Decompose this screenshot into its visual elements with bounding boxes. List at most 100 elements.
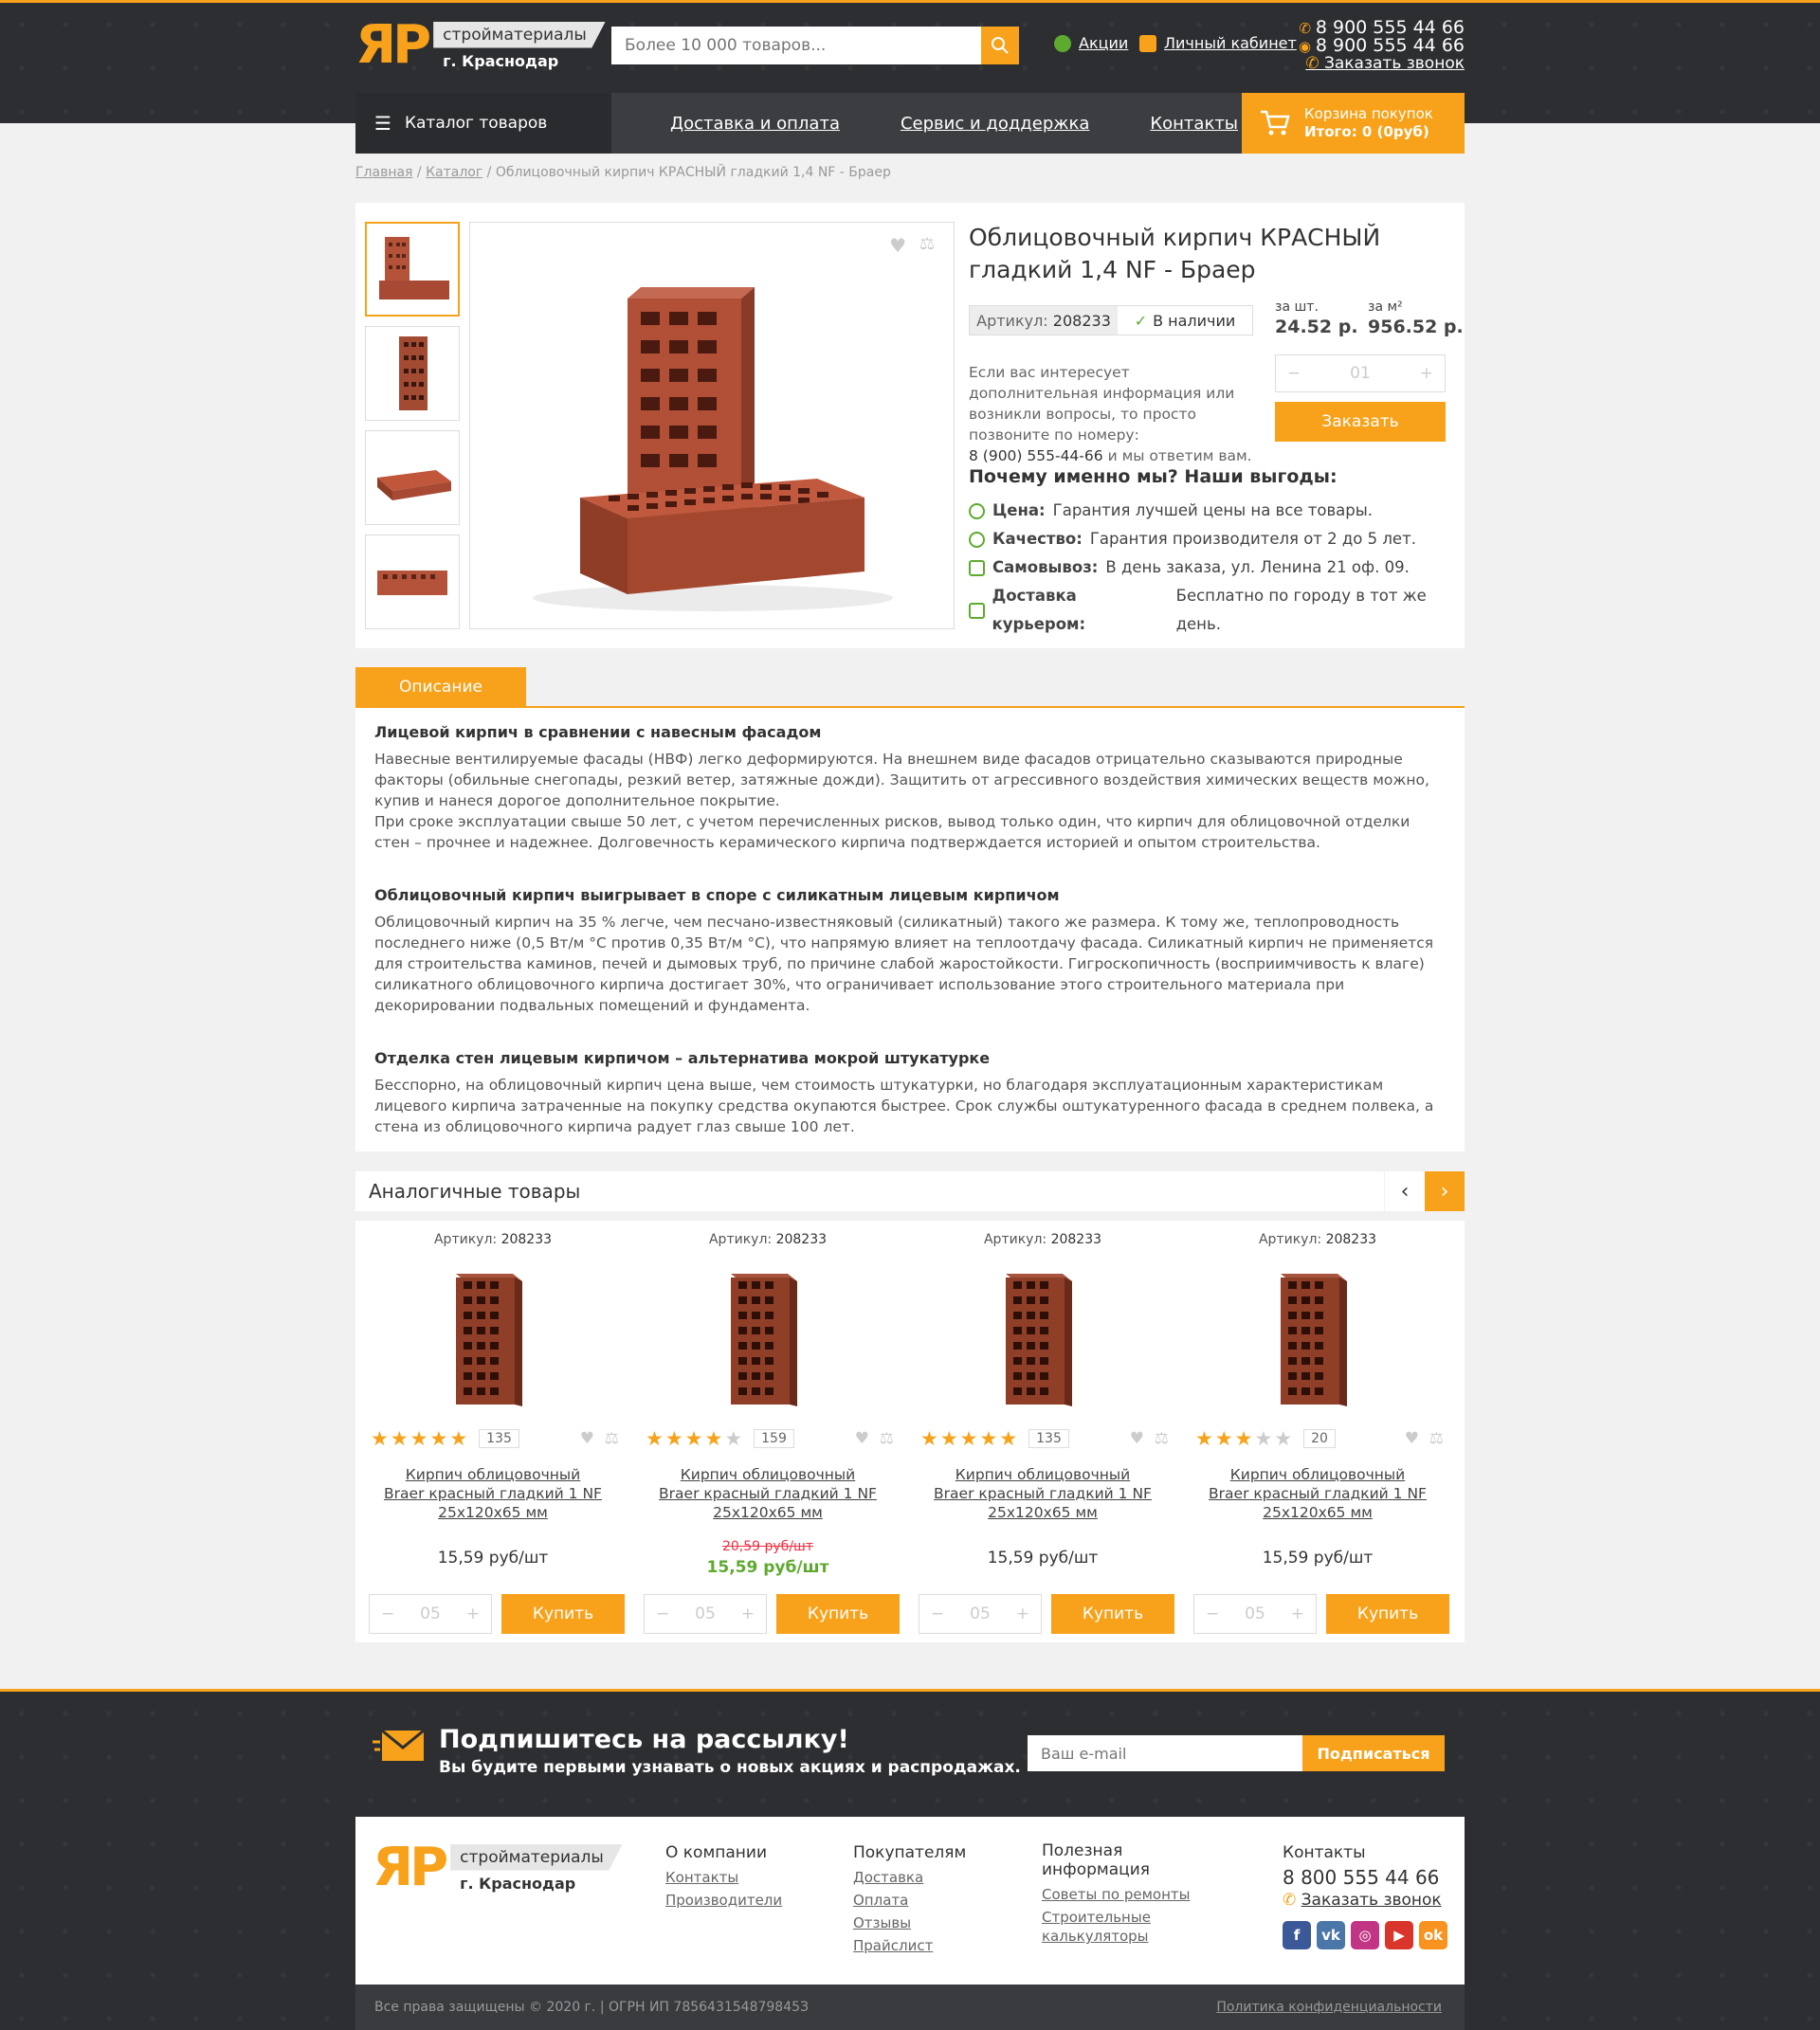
minus-button[interactable]: − [931, 1604, 944, 1623]
carousel-next-button[interactable]: › [1425, 1171, 1465, 1211]
similar-products: Артикул: 208233 ★ ★ ★ ★ ★ 135 ♥ ⚖ Кирпич облицов… [355, 1221, 1465, 1642]
cart-button[interactable]: Корзина покупок Итого: 0 (0руб) [1242, 93, 1465, 154]
plus-button[interactable]: + [466, 1604, 480, 1623]
youtube-icon[interactable]: ▶ [1385, 1921, 1413, 1949]
footer-callback[interactable]: ✆ Заказать звонок [1283, 1889, 1447, 1912]
search-input[interactable] [611, 27, 981, 64]
compare-icon[interactable]: ⚖ [605, 1429, 619, 1448]
product-image[interactable] [1275, 1268, 1360, 1410]
minus-button[interactable]: − [381, 1604, 394, 1623]
compare-icon[interactable]: ⚖ [880, 1429, 894, 1448]
quantity-stepper: − 05 + [919, 1594, 1042, 1634]
heart-icon[interactable]: ♥ [580, 1429, 594, 1448]
nav-delivery[interactable]: Доставка и оплата [670, 114, 840, 134]
footer-logo[interactable]: ЯР стройматериалы г. Краснодар [373, 1841, 623, 1894]
minus-button[interactable]: − [1206, 1604, 1219, 1623]
product-tile[interactable]: Артикул: 208233 ★ ★ ★ ★ ★ 159 ♥ ⚖ Кирпич облицов… [630, 1221, 905, 1642]
nav-service[interactable]: Сервис и доддержка [901, 114, 1089, 134]
compare-icon[interactable]: ⚖ [1429, 1429, 1444, 1448]
logo[interactable]: ЯР стройматериалы г. Краснодар [355, 19, 606, 72]
thumbnail-3[interactable] [365, 430, 460, 525]
instagram-icon[interactable]: ◎ [1351, 1921, 1379, 1949]
buy-button[interactable]: Купить [1326, 1594, 1449, 1634]
footer-link[interactable]: Строительные калькуляторы [1042, 1908, 1203, 1946]
account-link[interactable]: Личный кабинет [1139, 34, 1297, 52]
subscribe-button[interactable]: Подписаться [1302, 1735, 1445, 1771]
compare-icon[interactable]: ⚖ [919, 234, 935, 254]
minus-button[interactable]: − [1287, 364, 1301, 383]
thumbnail-1[interactable] [365, 222, 460, 317]
star-icon: ★ [1214, 1427, 1233, 1450]
buy-button[interactable]: Купить [501, 1594, 625, 1634]
quantity-value[interactable]: 05 [1245, 1604, 1265, 1623]
product-name[interactable]: Кирпич облицовочный Braer красный гладкий… [355, 1465, 630, 1522]
header-phone-2[interactable]: ◉ 8 900 555 44 66 [1299, 37, 1465, 56]
tab-description[interactable]: Описание [355, 667, 526, 707]
heart-icon[interactable]: ♥ [855, 1429, 869, 1448]
privacy-link[interactable]: Политика конфиденциальности [1216, 2000, 1442, 2015]
buy-button[interactable]: Купить [776, 1594, 900, 1634]
heart-icon[interactable]: ♥ [1130, 1429, 1144, 1448]
product-image[interactable] [450, 1268, 536, 1410]
hamburger-icon: ☰ [374, 112, 391, 135]
footer-link[interactable]: Контакты [665, 1866, 782, 1889]
product-tile[interactable]: Артикул: 208233 ★ ★ ★ ★ ★ 135 ♥ ⚖ Кирпич облицов… [905, 1221, 1180, 1642]
promo-link-label: Акции [1079, 34, 1129, 52]
email-field[interactable] [1028, 1735, 1302, 1771]
logo-mark: ЯР [355, 14, 431, 76]
plus-button[interactable]: + [741, 1604, 755, 1623]
breadcrumb-home[interactable]: Главная [355, 165, 412, 180]
product-name[interactable]: Кирпич облицовочный Braer красный гладкий… [630, 1465, 905, 1522]
nav-contacts[interactable]: Контакты [1150, 114, 1238, 134]
product-tile[interactable]: Артикул: 208233 ★ ★ ★ ★ ★ 135 ♥ ⚖ Кирпич облицов… [355, 1221, 630, 1642]
plus-button[interactable]: + [1420, 364, 1433, 383]
product-main-image[interactable]: ♥ ⚖ [469, 222, 955, 629]
footer-col-company-title: О компании [665, 1843, 768, 1862]
quantity-value[interactable]: 05 [970, 1604, 991, 1623]
product-tile[interactable]: Артикул: 208233 ★ ★ ★ ★ ★ 20 ♥ ⚖ Кирпич облицово… [1180, 1221, 1455, 1642]
footer-link[interactable]: Советы по ремонты [1042, 1885, 1203, 1904]
product-name[interactable]: Кирпич облицовочный Braer красный гладкий… [1180, 1465, 1455, 1522]
contact-info-phone[interactable]: 8 (900) 555-44-66 [969, 447, 1103, 464]
footer-link[interactable]: Оплата [853, 1889, 966, 1912]
quantity-value[interactable]: 05 [420, 1604, 441, 1623]
footer-link[interactable]: Производители [665, 1889, 782, 1912]
catalog-button[interactable]: ☰ Каталог товаров [355, 93, 611, 154]
plus-button[interactable]: + [1291, 1604, 1304, 1623]
product-name[interactable]: Кирпич облицовочный Braer красный гладкий… [905, 1465, 1180, 1522]
price-per-m2: за м² 956.52 р. [1368, 299, 1464, 337]
product-card: ♥ ⚖ Облицовочный кирпич КРАСНЫЙ гладкий … [355, 203, 1465, 648]
odnoklassniki-icon[interactable]: ok [1419, 1921, 1447, 1949]
callback-icon: ✆ [1283, 1891, 1301, 1910]
star-icon: ★ [1254, 1427, 1273, 1450]
minus-button[interactable]: − [656, 1604, 669, 1623]
product-image[interactable] [1000, 1268, 1085, 1410]
social-links: f vk ◎ ▶ ok [1283, 1921, 1447, 1949]
footer-phone[interactable]: 8 800 555 44 66 [1283, 1866, 1447, 1889]
callback-link[interactable]: ✆ Заказать звонок [1299, 55, 1465, 72]
footer-link[interactable]: Прайслист [853, 1934, 966, 1957]
vk-icon[interactable]: vk [1317, 1921, 1345, 1949]
star-icon: ★ [939, 1427, 958, 1450]
plus-button[interactable]: + [1016, 1604, 1029, 1623]
breadcrumb-catalog[interactable]: Каталог [426, 165, 482, 180]
footer-link[interactable]: Отзывы [853, 1912, 966, 1934]
thumbnail-2[interactable] [365, 326, 460, 421]
order-button[interactable]: Заказать [1275, 402, 1446, 442]
quantity-value[interactable]: 05 [695, 1604, 716, 1623]
compare-icon[interactable]: ⚖ [1155, 1429, 1169, 1448]
main-nav: Доставка и оплата Сервис и доддержка Кон… [611, 93, 1242, 154]
contact-info: Если вас интересует дополнительная инфор… [969, 362, 1263, 466]
facebook-icon[interactable]: f [1283, 1921, 1311, 1949]
thumbnail-4[interactable] [365, 535, 460, 629]
promo-link[interactable]: Акции [1054, 34, 1128, 52]
search-button[interactable] [981, 27, 1019, 64]
envelope-icon [373, 1729, 425, 1761]
quantity-value[interactable]: 01 [1350, 364, 1371, 383]
heart-icon[interactable]: ♥ [1405, 1429, 1419, 1448]
footer-link[interactable]: Доставка [853, 1866, 966, 1889]
carousel-prev-button[interactable]: ‹ [1385, 1171, 1425, 1211]
buy-button[interactable]: Купить [1051, 1594, 1174, 1634]
product-image[interactable] [725, 1268, 810, 1410]
star-icon: ★ [646, 1427, 664, 1450]
